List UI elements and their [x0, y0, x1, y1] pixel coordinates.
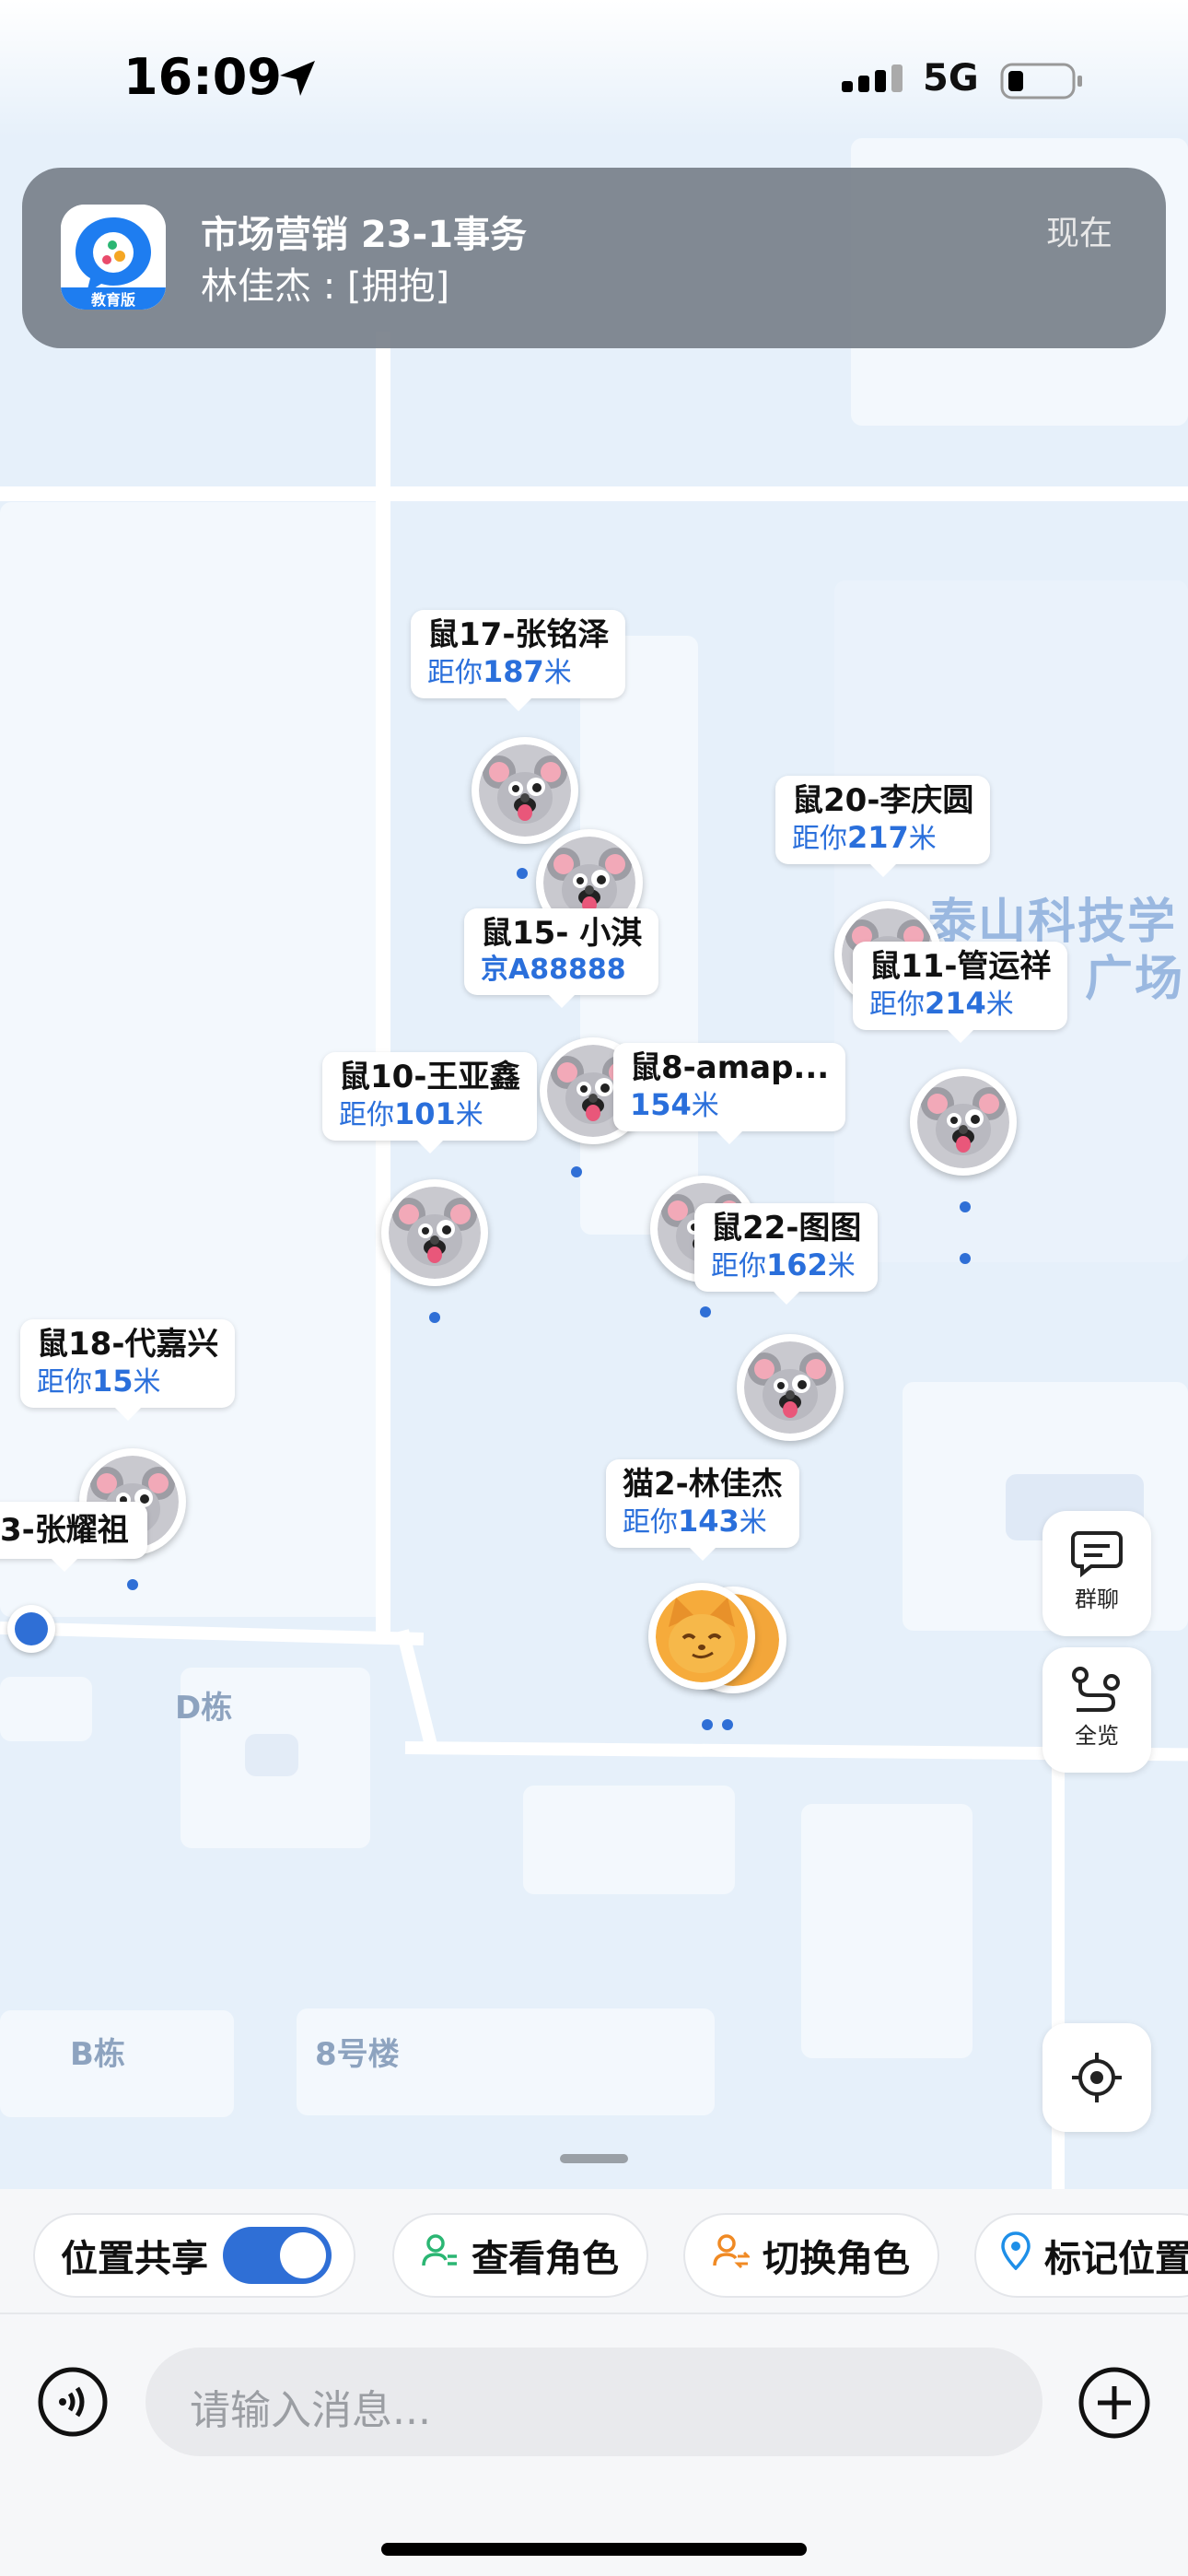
location-share-chip: 位置共享	[33, 2213, 355, 2298]
cat-face-icon	[656, 1590, 748, 1682]
overview-label: 全览	[1075, 1723, 1119, 1749]
switch-role-button[interactable]: 切换角色	[683, 2213, 939, 2298]
locate-me-button[interactable]	[1042, 2023, 1151, 2132]
player-avatar-mouse[interactable]	[472, 737, 578, 844]
player-plate: 京A88888	[481, 954, 626, 986]
player-name: 鼠10-王亚鑫	[339, 1059, 521, 1095]
location-dot	[517, 868, 528, 879]
road	[0, 1622, 425, 1646]
notification-body: 林佳杰 : [拥抱]	[201, 265, 450, 308]
home-indicator	[381, 2543, 807, 2556]
player-distance: 距你162米	[711, 1247, 856, 1282]
status-time: 16:09	[123, 48, 282, 106]
player-callout-mouse8[interactable]: 鼠8-amap... 154米	[613, 1043, 846, 1144]
mouse-face-icon	[917, 1076, 1009, 1168]
player-callout-mouse20[interactable]: 鼠20-李庆圆 距你217米	[775, 776, 991, 877]
player-name: 鼠22-图图	[711, 1210, 862, 1247]
player-name: 鼠8-amap...	[630, 1049, 830, 1086]
road	[396, 1629, 438, 1749]
player-distance: 距你214米	[869, 986, 1014, 1021]
group-chat-button[interactable]: 群聊	[1042, 1511, 1151, 1636]
user-switch-icon	[713, 2232, 751, 2278]
drag-handle[interactable]	[560, 2154, 628, 2163]
player-distance: 距你143米	[623, 1504, 767, 1539]
player-callout-mouse17[interactable]: 鼠17-张铭泽 距你187米	[411, 610, 626, 711]
map-pin-icon	[1000, 2231, 1031, 2279]
map-label-poi-sub: 广场	[1085, 952, 1185, 1007]
player-avatar-cat[interactable]	[648, 1583, 755, 1690]
location-dot	[429, 1312, 440, 1323]
my-location-marker	[7, 1605, 55, 1653]
map-label-building-b: B栋	[70, 2036, 125, 2073]
player-callout-mouse18[interactable]: 鼠18-代嘉兴 距你15米	[20, 1319, 236, 1421]
player-callout-mouse15[interactable]: 鼠15- 小淇 京A88888	[464, 908, 659, 1008]
player-distance: 距你187米	[427, 654, 572, 689]
map-label-building-d: D栋	[175, 1690, 233, 1727]
add-button[interactable]	[1077, 2366, 1151, 2443]
player-callout-mouse11[interactable]: 鼠11-管运祥 距你214米	[853, 942, 1068, 1043]
map-block	[0, 1677, 92, 1741]
switch-role-label: 切换角色	[763, 2238, 910, 2280]
map-block	[801, 1804, 973, 2058]
network-type: 5G	[923, 57, 979, 100]
location-dot	[960, 1201, 971, 1212]
location-dot	[722, 1719, 733, 1730]
location-arrow-icon	[276, 57, 319, 103]
crosshair-icon	[1042, 2051, 1151, 2108]
player-name: 3-张耀祖	[0, 1512, 129, 1549]
player-name: 猫2-林佳杰	[623, 1466, 783, 1503]
battery-icon	[1000, 61, 1085, 105]
player-avatar-mouse[interactable]	[910, 1069, 1017, 1176]
player-name: 鼠11-管运祥	[869, 948, 1052, 985]
notification-time: 现在	[1046, 215, 1113, 252]
location-dot	[571, 1166, 582, 1177]
mouse-face-icon	[479, 744, 571, 837]
player-distance: 距你217米	[792, 820, 937, 855]
group-chat-label: 群聊	[1075, 1587, 1119, 1612]
location-share-label: 位置共享	[61, 2238, 208, 2280]
user-list-icon	[422, 2232, 459, 2278]
divider	[0, 2313, 1188, 2314]
player-name: 鼠17-张铭泽	[427, 616, 610, 653]
player-name: 鼠18-代嘉兴	[37, 1326, 219, 1363]
player-avatar-mouse[interactable]	[737, 1334, 844, 1441]
player-callout-mouse10[interactable]: 鼠10-王亚鑫 距你101米	[322, 1052, 538, 1153]
notification-title: 市场营销 23-1事务	[201, 214, 528, 256]
chat-bubble-icon	[1042, 1529, 1151, 1581]
dingtalk-edu-icon: 教育版	[61, 205, 166, 310]
mouse-face-icon	[389, 1187, 481, 1279]
player-name: 鼠20-李庆圆	[792, 782, 974, 819]
player-callout-mouse3[interactable]: 3-张耀祖	[0, 1502, 147, 1572]
location-dot	[702, 1719, 713, 1730]
app-badge-label: 教育版	[90, 291, 135, 309]
location-dot	[960, 1253, 971, 1264]
player-distance: 距你101米	[339, 1096, 483, 1131]
location-dot	[700, 1306, 711, 1317]
view-roles-button[interactable]: 查看角色	[392, 2213, 648, 2298]
player-callout-mouse22[interactable]: 鼠22-图图 距你162米	[694, 1203, 879, 1305]
map-block	[523, 1786, 735, 1894]
route-icon	[1042, 1666, 1151, 1717]
push-notification[interactable]	[22, 168, 1166, 348]
player-distance: 距你15米	[37, 1364, 161, 1399]
player-name: 鼠15- 小淇	[481, 915, 643, 952]
overview-button[interactable]: 全览	[1042, 1647, 1151, 1773]
message-placeholder: 请输入消息...	[190, 2387, 431, 2434]
player-avatar-mouse[interactable]	[381, 1179, 488, 1286]
location-share-toggle[interactable]	[223, 2227, 332, 2284]
mouse-face-icon	[744, 1341, 836, 1434]
mark-location-label: 标记位置	[1044, 2238, 1188, 2280]
voice-input-button[interactable]	[37, 2366, 109, 2441]
view-roles-label: 查看角色	[472, 2238, 619, 2280]
signal-icon	[842, 63, 906, 103]
location-dot	[127, 1579, 138, 1590]
road	[0, 486, 1188, 501]
mark-location-button[interactable]: 标记位置	[974, 2213, 1188, 2298]
road	[376, 332, 390, 1640]
map-label-building-8: 8号楼	[315, 2036, 400, 2073]
map-block	[245, 1734, 298, 1776]
player-callout-cat2[interactable]: 猫2-林佳杰 距你143米	[606, 1459, 799, 1561]
player-distance: 154米	[630, 1087, 719, 1122]
